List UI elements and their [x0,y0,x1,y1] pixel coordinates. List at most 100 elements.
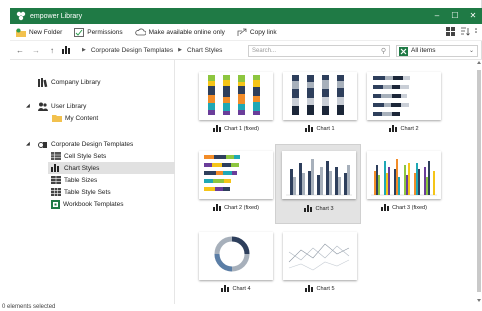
tree-item-user-library[interactable]: User Library [38,100,86,112]
chart-tile-name: Chart 1 (fixed) [224,125,259,132]
chevron-down-icon: ⌄ [468,48,474,54]
tree-item-chart-styles[interactable]: Chart Styles [48,162,175,174]
chart-thumbnail [283,72,357,120]
breadcrumb: ▶ Corporate Design Templates ▶ Chart Sty… [77,47,222,54]
expanded-caret-icon[interactable]: ◢ [26,141,30,147]
copy-link-label: Copy link [249,28,277,36]
new-folder-icon [16,28,26,37]
cloud-icon [134,28,146,36]
view-controls [446,27,478,36]
chart-tile-name: Chart 3 (fixed) [392,204,427,211]
tile-view-icon[interactable] [446,27,456,36]
chart-icon [213,125,222,132]
chart-tile-label: Chart 1 [278,125,362,132]
copy-link-button[interactable]: Copy link [237,28,277,37]
empower-logo-icon [16,11,26,21]
table-style-icon [51,188,61,196]
tree-label-corporate-design-templates: Corporate Design Templates [51,140,134,148]
permissions-label: Permissions [87,28,123,36]
status-bar-text: 0 elements selected [2,304,56,310]
more-options-icon[interactable] [474,27,478,36]
tree-item-corporate-design-templates[interactable]: Corporate Design Templates [38,138,133,150]
chart-tile-name: Chart 4 [232,285,251,292]
link-icon [237,28,247,36]
chart-tile[interactable]: Chart 1 (fixed) [194,67,278,145]
chart-icon [51,164,59,172]
chart-icon [221,285,230,292]
breadcrumb-chart-styles[interactable]: Chart Styles [187,47,222,54]
tree-label-workbook-templates: Workbook Templates [63,200,124,208]
search-input[interactable]: Search... ⚲ [248,45,390,57]
tree-label-table-sizes: Table Sizes [64,176,98,184]
cell-style-icon [51,152,61,160]
chart-tile-name: Chart 3 [315,205,334,212]
excel-workbook-icon [51,199,60,209]
window-title: empower Library [30,12,83,20]
chart-thumbnail [199,151,273,199]
chart-tile[interactable]: Chart 2 [362,67,446,145]
breadcrumb-separator-icon: ▶ [178,47,182,53]
make-available-online-button[interactable]: Make available online only [134,28,225,36]
chart-tile-name: Chart 2 (fixed) [224,204,259,211]
chart-icon [305,125,314,132]
new-folder-label: New Folder [29,28,63,36]
chart-thumbnail [282,151,356,199]
permissions-button[interactable]: Permissions [74,27,123,37]
search-icon[interactable]: ⚲ [381,47,386,57]
vertical-scrollbar[interactable] [476,60,482,304]
tree-item-workbook-templates[interactable]: Workbook Templates [48,198,123,210]
breadcrumb-separator-icon: ▶ [82,47,86,53]
tree-item-my-content[interactable]: My Content [52,112,98,124]
tree-label-chart-styles: Chart Styles [64,164,100,172]
chart-tile-label: Chart 2 (fixed) [194,204,278,211]
chart-tile[interactable]: Chart 3 (fixed) [362,146,446,224]
sidebar-tree: Company Library ◢ User Library My Conten… [10,60,175,304]
chart-tile-label: Chart 2 [362,125,446,132]
folder-icon [52,115,62,122]
tree-item-table-style-sets[interactable]: Table Style Sets [48,186,111,198]
maximize-button[interactable]: ☐ [446,8,464,24]
new-folder-button[interactable]: New Folder [16,28,62,37]
chart-icon [381,204,390,211]
chart-tile-label: Chart 5 [278,285,362,292]
tree-label-user-library: User Library [51,102,87,110]
tree-item-cell-style-sets[interactable]: Cell Style Sets [48,150,106,162]
tree-label-cell-style-sets: Cell Style Sets [64,152,107,160]
library-icon [38,77,48,87]
chart-tile-selected[interactable]: Chart 3 [275,144,361,224]
chart-icon [389,125,398,132]
tree-item-company-library[interactable]: Company Library [38,76,101,88]
back-arrow-icon[interactable]: ← [14,46,26,55]
title-bar: empower Library – ☐ ✕ [10,8,482,24]
expanded-caret-icon[interactable]: ◢ [26,103,30,109]
chart-tile-name: Chart 5 [316,285,335,292]
excel-icon [399,46,408,56]
toolbar: New Folder Permissions Make available on… [10,24,482,40]
close-button[interactable]: ✕ [464,8,482,24]
navigation-bar: ← → ↑ ▶ Corporate Design Templates ▶ Cha… [10,40,482,60]
tree-item-table-sizes[interactable]: Table Sizes [48,174,97,186]
make-available-online-label: Make available online only [148,28,225,36]
chart-thumbnail [367,151,441,199]
chart-tile[interactable]: Chart 5 [278,227,362,305]
library-window: empower Library – ☐ ✕ New Folder Permiss… [10,0,482,304]
minimize-button[interactable]: – [428,8,446,24]
chart-thumbnail [199,72,273,120]
chart-icon [305,285,314,292]
tree-label-my-content: My Content [65,114,99,122]
permissions-icon [74,27,85,37]
forward-arrow-icon[interactable]: → [30,46,42,55]
breadcrumb-corporate-design-templates[interactable]: Corporate Design Templates [91,47,173,54]
chart-tile-label: Chart 3 (fixed) [362,204,446,211]
users-icon [38,102,48,111]
chart-tile[interactable]: Chart 4 [194,227,278,305]
chart-styles-nav-icon [62,46,70,54]
chart-tile-name: Chart 2 [400,125,419,132]
chart-icon [213,204,222,211]
items-filter-dropdown[interactable]: All items ⌄ [396,45,478,57]
chart-tile-label: Chart 4 [194,285,278,292]
up-arrow-icon[interactable]: ↑ [46,46,58,55]
sort-icon[interactable] [460,27,470,36]
chart-tile[interactable]: Chart 2 (fixed) [194,146,278,224]
chart-tile[interactable]: Chart 1 [278,67,362,145]
